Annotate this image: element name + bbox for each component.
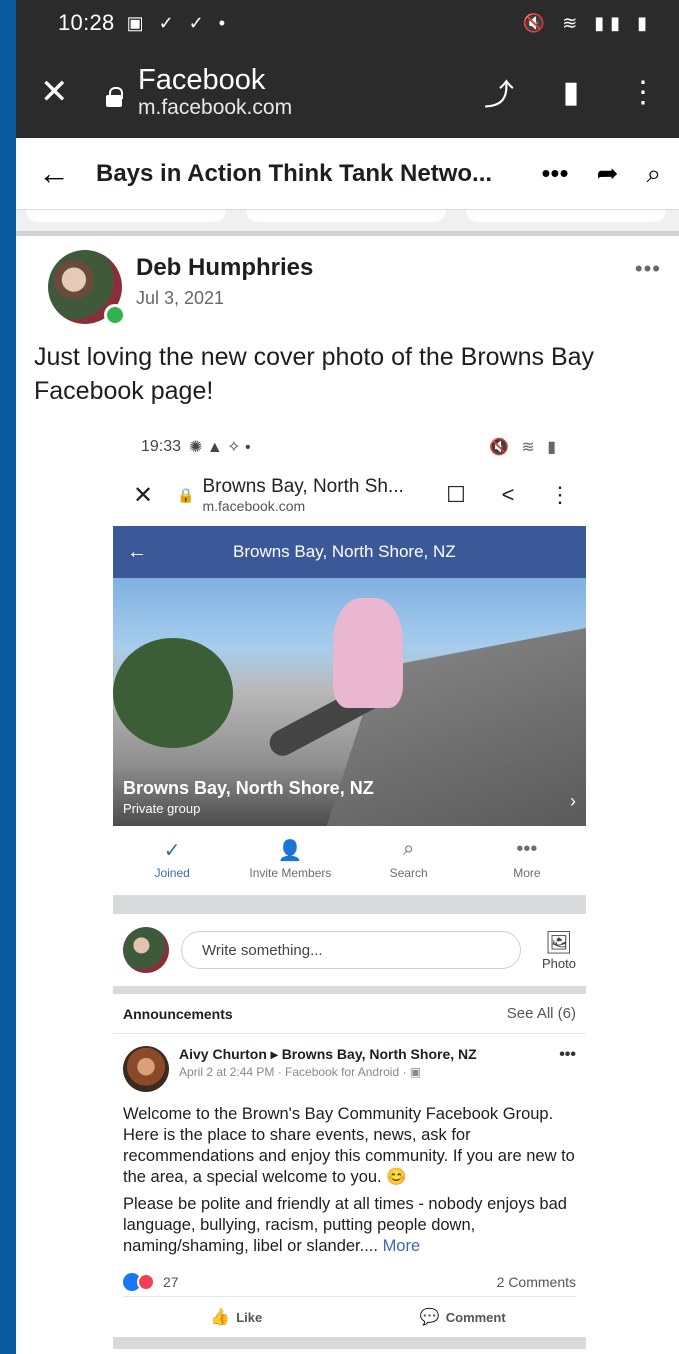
- page-url: m.facebook.com: [138, 96, 293, 119]
- photo-button: 🖼 Photo: [542, 930, 576, 971]
- image-lock-icon: 🔒: [177, 486, 195, 503]
- bookmark-icon[interactable]: ▮: [535, 75, 607, 110]
- avatar[interactable]: [48, 250, 126, 326]
- browser-toolbar: ✕ Facebook m.facebook.com ⤴ ▮ ⋮: [16, 46, 679, 138]
- love-reaction-icon: [137, 1272, 155, 1291]
- comment-label: Comment: [445, 1310, 506, 1325]
- online-indicator: [104, 304, 126, 326]
- share-icon[interactable]: ⤴: [463, 70, 535, 114]
- composer-avatar: [123, 927, 169, 973]
- post-text: Just loving the new cover photo of the B…: [34, 343, 595, 405]
- comment-button: 💬 Comment: [350, 1307, 577, 1327]
- post-header: Deb Humphries Jul 3, 2021 •••: [34, 236, 661, 336]
- image-share-icon: <: [501, 482, 515, 507]
- like-label: Like: [236, 1310, 263, 1325]
- phone-screen: 10:28 ▣ ✓ ✓ • 🔇 ≋ ▮▮ ▮ ✕ Facebook m.face…: [16, 0, 679, 1354]
- cover-group-name: Browns Bay, North Shore, NZ: [123, 778, 374, 798]
- announcements-header: Announcements See All (6): [113, 994, 586, 1034]
- tab-invite-members: 👤 Invite Members: [231, 826, 349, 895]
- image-group-header: ← Browns Bay, North Shore, NZ: [113, 526, 586, 578]
- announcements-heading: Announcements: [123, 1005, 233, 1022]
- announcement-post: Aivy Churton ▸ Browns Bay, North Shore, …: [113, 1034, 586, 1349]
- announcement-body: Welcome to the Brown's Bay Community Fac…: [123, 1104, 576, 1257]
- image-page-url: m.facebook.com: [202, 498, 306, 514]
- search-icon[interactable]: ⌕: [646, 158, 661, 190]
- reaction-count: 27: [163, 1273, 179, 1290]
- image-close-icon: ✕: [133, 481, 154, 509]
- more-icon: •••: [516, 838, 538, 860]
- status-time: 10:28: [58, 10, 115, 35]
- image-back-icon: ←: [127, 540, 147, 563]
- search-icon: ⌕: [403, 838, 415, 860]
- see-all-link: See All (6): [506, 1005, 576, 1022]
- reactions-bar: 27 2 Comments: [123, 1267, 576, 1297]
- check-icon: ✓: [163, 840, 181, 862]
- photo-icon: 🖼: [545, 929, 573, 955]
- tab-more-label: More: [513, 866, 541, 880]
- tab-search: ⌕ Search: [350, 826, 468, 895]
- address-block[interactable]: Facebook m.facebook.com: [138, 64, 292, 120]
- tab-search-label: Search: [389, 866, 428, 880]
- page-title: Facebook: [138, 64, 266, 96]
- more-icon[interactable]: •••: [541, 158, 568, 189]
- tab-more: ••• More: [468, 826, 586, 895]
- menu-icon[interactable]: ⋮: [607, 75, 679, 110]
- comment-icon: 💬: [419, 1309, 440, 1326]
- comment-count: 2 Comments: [496, 1273, 576, 1290]
- image-status-icons: ✺ ▲ ✧ •: [189, 439, 251, 456]
- image-menu-icon: ⋮: [549, 482, 571, 507]
- system-icons: 🔇 ≋ ▮▮ ▮: [522, 12, 653, 33]
- tab-joined-label: Joined: [154, 866, 190, 880]
- announcement-para-1: Welcome to the Brown's Bay Community Fac…: [123, 1105, 575, 1186]
- tab-joined: ✓ Joined: [113, 826, 231, 895]
- group-title: Bays in Action Think Tank Netwo...: [96, 159, 493, 187]
- like-button: 👍 Like: [123, 1307, 350, 1327]
- add-person-icon: 👤: [277, 840, 303, 862]
- announcement-avatar: [123, 1046, 169, 1092]
- cover-privacy: Private group: [123, 801, 201, 816]
- see-more-link: More: [382, 1237, 421, 1255]
- image-bookmark-icon: ☐: [446, 482, 466, 507]
- close-icon[interactable]: ✕: [40, 72, 80, 112]
- notification-icons: ▣ ✓ ✓ •: [126, 12, 231, 33]
- composer: Write something... 🖼 Photo: [113, 914, 586, 986]
- status-bar: 10:28 ▣ ✓ ✓ • 🔇 ≋ ▮▮ ▮: [16, 0, 679, 46]
- image-status-time: 19:33: [141, 438, 182, 455]
- lock-icon: [106, 87, 124, 107]
- group-header-bar: ← Bays in Action Think Tank Netwo... •••…: [16, 138, 679, 210]
- post-more-icon[interactable]: •••: [635, 256, 661, 336]
- photo-label: Photo: [542, 955, 576, 971]
- announcement-author: Aivy Churton ▸ Browns Bay, North Shore, …: [179, 1046, 477, 1062]
- thumbs-up-icon: 👍: [210, 1309, 231, 1326]
- share-arrow-icon[interactable]: ➦: [597, 158, 619, 189]
- image-browser-toolbar: ✕ 🔒 Browns Bay, North Sh... m.facebook.c…: [113, 464, 586, 526]
- write-something-input: Write something...: [181, 931, 521, 969]
- post: Deb Humphries Jul 3, 2021 ••• Just lovin…: [16, 236, 679, 408]
- image-status-bar: 19:33 ✺ ▲ ✧ • 🔇 ≋ ▮: [113, 430, 586, 464]
- post-actions: 👍 Like 💬 Comment: [123, 1297, 576, 1337]
- chevron-right-icon: ›: [570, 791, 576, 811]
- post-author[interactable]: Deb Humphries: [136, 254, 313, 282]
- tab-invite-label: Invite Members: [249, 866, 332, 880]
- announcement-more-icon: •••: [559, 1046, 576, 1063]
- announcement-para-2: Please be polite and friendly at all tim…: [123, 1195, 567, 1255]
- image-group-title: Browns Bay, North Shore, NZ: [233, 542, 456, 561]
- divider: [16, 210, 679, 236]
- post-date[interactable]: Jul 3, 2021: [136, 288, 313, 309]
- image-page-title: Browns Bay, North Sh...: [202, 476, 404, 497]
- announcement-meta: April 2 at 2:44 PM · Facebook for Androi…: [179, 1065, 422, 1079]
- image-system-icons: 🔇 ≋ ▮: [488, 439, 560, 456]
- post-image[interactable]: 19:33 ✺ ▲ ✧ • 🔇 ≋ ▮ ✕ 🔒 Browns Bay, Nort…: [113, 430, 586, 1349]
- cover-photo: Browns Bay, North Shore, NZ Private grou…: [113, 578, 586, 826]
- group-tabs: ✓ Joined 👤 Invite Members ⌕ Search ••• M…: [113, 826, 586, 896]
- back-arrow-icon[interactable]: ←: [38, 155, 96, 192]
